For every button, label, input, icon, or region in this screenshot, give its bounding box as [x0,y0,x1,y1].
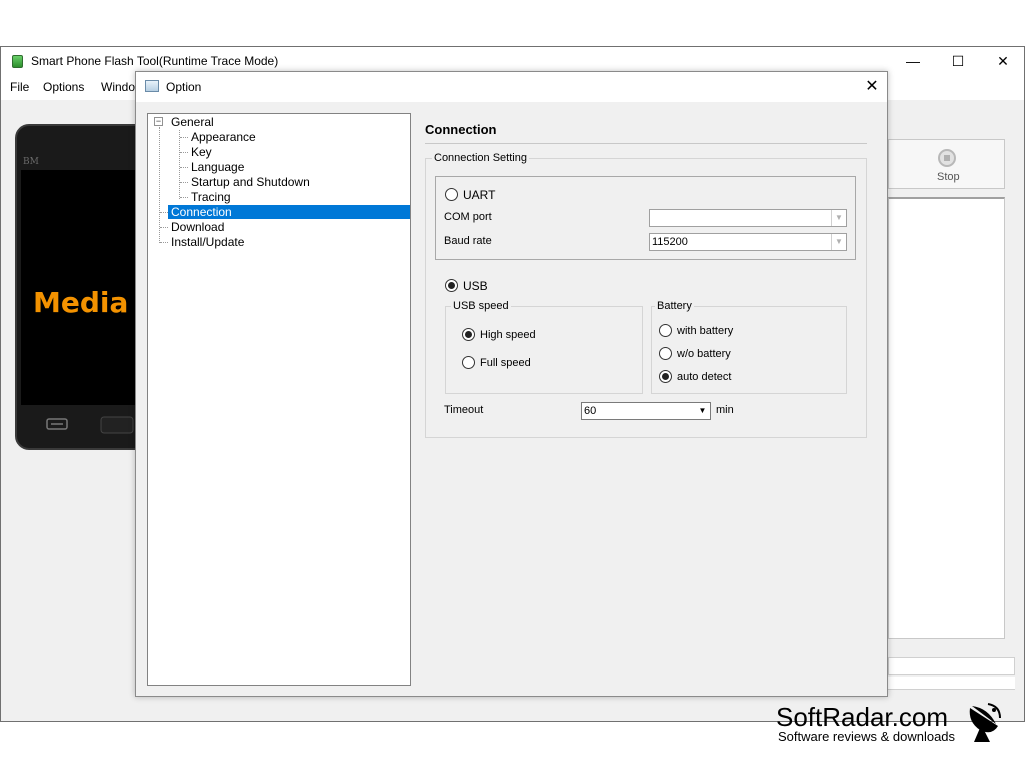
close-button[interactable]: ✕ [980,47,1025,76]
dialog-title: Option [166,80,202,94]
menu-window[interactable]: Windo [101,80,135,94]
dropdown-arrow-icon: ▼ [831,234,846,250]
option-dialog: Option ✕ − General Appearance Key Langua… [135,71,888,697]
timeout-label: Timeout [444,404,484,416]
tree-item-language[interactable]: Language [191,160,244,174]
tree-item-key[interactable]: Key [191,145,212,159]
maximize-button[interactable]: ☐ [935,47,981,76]
stop-toolbar: Stop [888,139,1005,189]
timeout-value: 60 [584,405,597,417]
status-bar [888,677,1015,690]
auto-detect-radio[interactable] [659,370,672,383]
phone-screen-text: Media [33,286,129,319]
uart-label: UART [463,188,496,202]
with-battery-label: with battery [677,325,734,337]
baud-rate-value: 115200 [652,236,688,248]
options-tree[interactable]: − General Appearance Key Language Startu… [147,113,411,686]
main-window-title: Smart Phone Flash Tool(Runtime Trace Mod… [31,54,279,68]
tree-item-appearance[interactable]: Appearance [191,130,256,144]
with-battery-radio[interactable] [659,324,672,337]
title-divider [425,143,867,144]
usb-speed-group [445,306,643,394]
log-panel [888,197,1005,639]
without-battery-radio[interactable] [659,347,672,360]
baud-rate-select[interactable]: 115200 ▼ [649,233,847,251]
tree-item-download[interactable]: Download [171,220,224,234]
stop-button-label[interactable]: Stop [937,171,960,183]
full-speed-label: Full speed [480,357,531,369]
high-speed-radio[interactable] [462,328,475,341]
baud-rate-label: Baud rate [444,235,492,247]
collapse-icon[interactable]: − [154,117,163,126]
menu-options[interactable]: Options [43,80,84,94]
dialog-close-icon[interactable]: ✕ [861,76,883,98]
com-port-select[interactable]: ▼ [649,209,847,227]
phone-brand: BM [23,157,39,167]
page-title: Connection [425,122,497,137]
watermark-subtitle: Software reviews & downloads [778,729,956,744]
uart-radio[interactable] [445,188,458,201]
dropdown-arrow-icon: ▼ [831,210,846,226]
com-port-label: COM port [444,211,492,223]
satellite-dish-icon [969,703,1001,742]
auto-detect-label: auto detect [677,371,732,383]
tree-item-general[interactable]: General [171,115,214,129]
app-icon [12,55,23,68]
usb-speed-label: USB speed [451,300,511,312]
tree-item-install-update[interactable]: Install/Update [171,235,244,249]
battery-label: Battery [655,300,694,312]
high-speed-label: High speed [480,329,536,341]
dialog-titlebar: Option ✕ [136,72,887,102]
timeout-unit: min [716,404,734,416]
connection-setting-label: Connection Setting [432,152,529,164]
timeout-select[interactable]: 60 ▼ [581,402,711,420]
usb-label: USB [463,279,488,293]
status-field [888,657,1015,675]
tree-item-connection[interactable]: Connection [168,205,410,219]
tree-item-tracing[interactable]: Tracing [191,190,231,204]
menu-file[interactable]: File [10,80,29,94]
stop-icon[interactable] [938,149,956,167]
tree-item-startup-shutdown[interactable]: Startup and Shutdown [191,175,310,189]
usb-radio[interactable] [445,279,458,292]
dropdown-arrow-icon: ▼ [698,406,707,415]
without-battery-label: w/o battery [677,348,731,360]
full-speed-radio[interactable] [462,356,475,369]
dialog-window-icon [145,80,159,92]
minimize-button[interactable]: — [890,47,936,76]
